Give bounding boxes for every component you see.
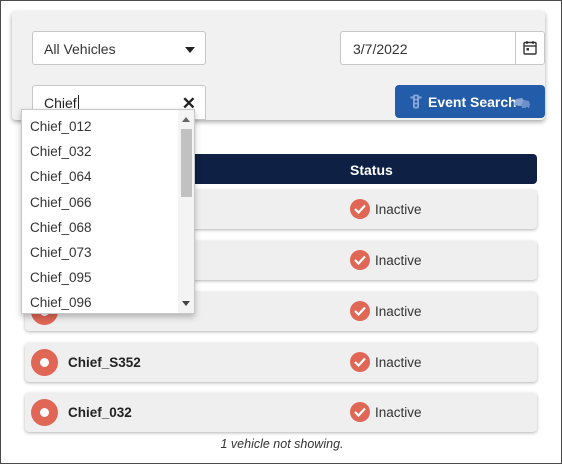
text-cursor <box>77 95 79 110</box>
suggestion-item[interactable]: Chief_012 <box>22 114 177 139</box>
status-text: Inactive <box>375 304 422 319</box>
status-text: Inactive <box>375 202 422 217</box>
vehicle-name: Chief_S352 <box>68 355 141 370</box>
filter-panel: All Vehicles 3/7/2022 Chief ✕ Event Sear… <box>12 11 545 120</box>
vehicle-suggestion-dropdown[interactable]: Chief_012 Chief_032 Chief_064 Chief_066 … <box>21 109 195 314</box>
suggestion-item[interactable]: Chief_095 <box>22 265 177 290</box>
check-circle-icon <box>350 301 370 321</box>
table-row[interactable]: Chief_S352 Inactive <box>25 343 537 382</box>
hidden-vehicles-note: 1 vehicle not showing. <box>220 437 344 451</box>
record-icon <box>31 399 58 426</box>
status-column-header: Status <box>350 162 393 178</box>
car-crash-icon <box>514 98 530 109</box>
suggestion-list: Chief_012 Chief_032 Chief_064 Chief_066 … <box>22 114 177 313</box>
check-circle-icon <box>350 402 370 422</box>
check-circle-icon <box>350 199 370 219</box>
status-text: Inactive <box>375 253 422 268</box>
status-text: Inactive <box>375 405 422 420</box>
record-icon <box>31 349 58 376</box>
suggestion-item[interactable]: Chief_073 <box>22 240 177 265</box>
scroll-down-arrow-icon[interactable] <box>182 301 190 306</box>
check-circle-icon <box>350 250 370 270</box>
dropdown-scrollbar[interactable] <box>178 110 194 313</box>
suggestion-item[interactable]: Chief_068 <box>22 215 177 240</box>
scroll-up-arrow-icon[interactable] <box>182 117 190 122</box>
vehicle-select[interactable]: All Vehicles <box>32 31 206 65</box>
date-field[interactable]: 3/7/2022 <box>340 31 545 65</box>
calendar-icon <box>523 41 537 55</box>
event-search-button[interactable]: Event Search <box>395 85 545 118</box>
calendar-button[interactable] <box>515 32 544 64</box>
chevron-down-icon <box>185 47 195 53</box>
vehicle-select-value: All Vehicles <box>44 41 116 57</box>
suggestion-item[interactable]: Chief_032 <box>22 139 177 164</box>
vehicle-name: Chief_032 <box>68 405 132 420</box>
suggestion-item[interactable]: Chief_066 <box>22 190 177 215</box>
check-circle-icon <box>350 352 370 372</box>
suggestion-item[interactable]: Chief_096 <box>22 290 177 313</box>
app-window: All Vehicles 3/7/2022 Chief ✕ Event Sear… <box>0 0 562 464</box>
date-value: 3/7/2022 <box>353 41 408 57</box>
status-text: Inactive <box>375 355 422 370</box>
event-search-label: Event Search <box>428 94 517 110</box>
suggestion-item[interactable]: Chief_064 <box>22 164 177 189</box>
traffic-light-icon <box>410 94 422 109</box>
scroll-thumb[interactable] <box>181 129 192 197</box>
table-row[interactable]: Chief_032 Inactive <box>25 393 537 432</box>
